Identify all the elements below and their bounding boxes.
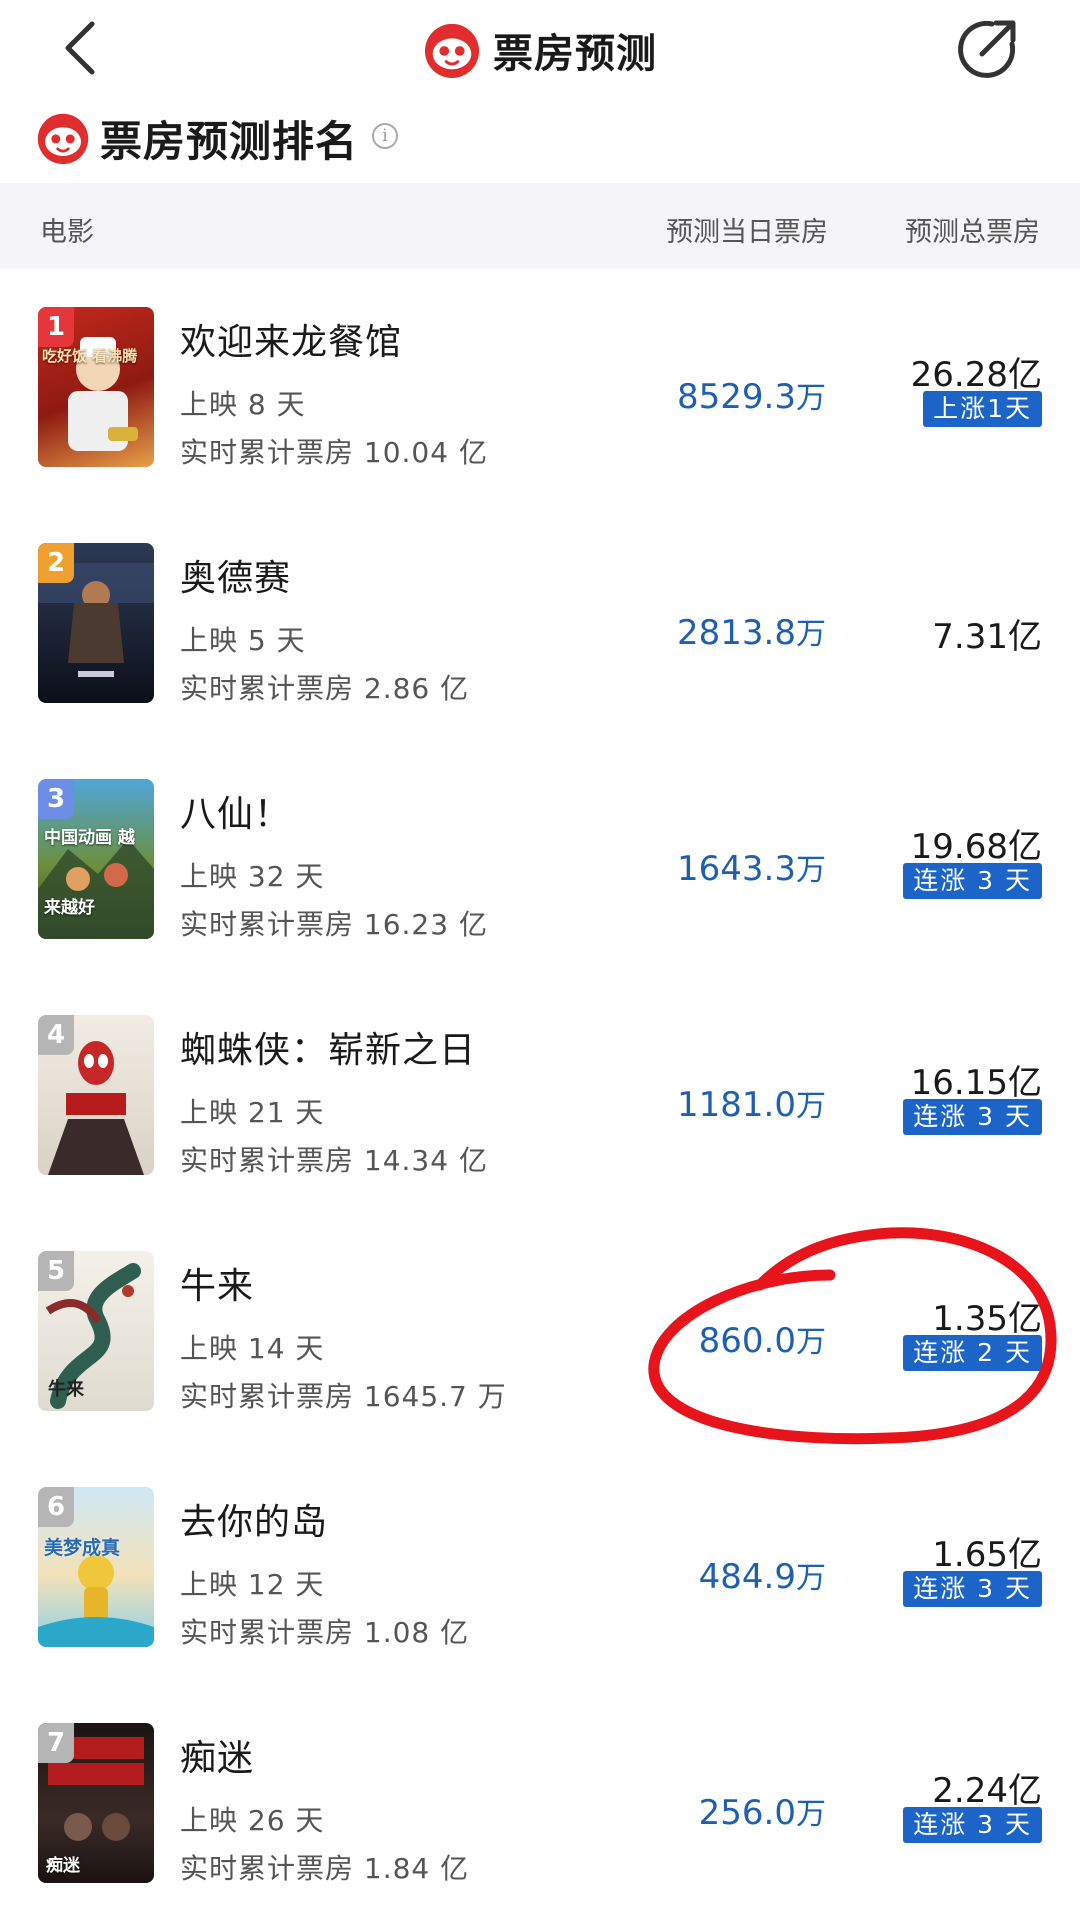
page-title: 票房预测 (493, 31, 657, 77)
poster-text: 痴迷 (46, 1856, 80, 1876)
column-header-movie: 电影 (40, 217, 94, 248)
day-forecast-value: 2813.8万 (677, 613, 826, 653)
ranking-list: 1 吃好饭 看沸腾 欢迎来龙餐馆 上映 8 天 实时累计票房 10.04 亿 8… (0, 269, 1080, 1911)
movie-title[interactable]: 蜘蛛侠：崭新之日 (180, 1021, 476, 1073)
release-days: 上映 12 天 (180, 1568, 325, 1601)
release-days: 上映 8 天 (180, 388, 306, 421)
trend-badge: 连涨 3 天 (903, 1099, 1042, 1135)
total-forecast-value: 19.68亿 (910, 827, 1042, 867)
cumulative-box-office: 实时累计票房 1645.7 万 (180, 1380, 507, 1413)
movie-poster[interactable]: 2 (38, 543, 154, 703)
column-header-day-forecast[interactable]: 预测当日票房 (666, 210, 828, 249)
cumulative-box-office: 实时累计票房 10.04 亿 (180, 436, 488, 469)
total-forecast-value: 16.15亿 (910, 1063, 1042, 1103)
movie-title[interactable]: 欢迎来龙餐馆 (180, 313, 402, 365)
cumulative-box-office: 实时累计票房 2.86 亿 (180, 672, 470, 705)
maoyan-cat-logo (424, 23, 480, 79)
trend-badge: 连涨 3 天 (903, 863, 1042, 899)
movie-title[interactable]: 八仙！ (180, 785, 291, 837)
section-heading: 票房预测排名 i (36, 108, 399, 168)
rank-badge: 1 (38, 307, 74, 347)
cumulative-box-office: 实时累计票房 14.34 亿 (180, 1144, 488, 1177)
release-days: 上映 26 天 (180, 1804, 325, 1837)
movie-poster[interactable]: 3 中国动画 越来越好 (38, 779, 154, 939)
movie-title[interactable]: 牛来 (180, 1257, 254, 1309)
movie-title[interactable]: 奥德赛 (180, 549, 291, 601)
total-forecast-value: 7.31亿 (932, 617, 1042, 657)
movie-row[interactable]: 6 美梦成真 去你的岛 上映 12 天 实时累计票房 1.08 亿 484.9万… (0, 1449, 1080, 1685)
movie-poster[interactable]: 5 牛来 (38, 1251, 154, 1411)
movie-row[interactable]: 3 中国动画 越来越好 八仙！ 上映 32 天 实时累计票房 16.23 亿 1… (0, 741, 1080, 977)
section-title: 票房预测排名 (100, 116, 359, 166)
movie-row[interactable]: 1 吃好饭 看沸腾 欢迎来龙餐馆 上映 8 天 实时累计票房 10.04 亿 8… (0, 269, 1080, 505)
movie-title[interactable]: 去你的岛 (180, 1493, 328, 1545)
cumulative-box-office: 实时累计票房 16.23 亿 (180, 908, 488, 941)
day-forecast-value: 484.9万 (698, 1557, 826, 1597)
total-forecast-value: 26.28亿 (910, 355, 1042, 395)
release-days: 上映 5 天 (180, 624, 306, 657)
table-header: 电影 预测当日票房 预测总票房 (0, 183, 1080, 269)
rank-badge: 2 (38, 543, 74, 583)
rank-badge: 4 (38, 1015, 74, 1055)
red-circle-annotation (648, 1227, 1057, 1445)
top-bar: 票房预测 (0, 0, 1080, 100)
release-days: 上映 32 天 (180, 860, 325, 893)
info-icon[interactable]: i (372, 123, 399, 149)
release-days: 上映 14 天 (180, 1332, 325, 1365)
app-brand: 票房预测 (0, 18, 1080, 82)
cumulative-box-office: 实时累计票房 1.08 亿 (180, 1616, 470, 1649)
total-forecast-value: 2.24亿 (932, 1771, 1042, 1811)
share-icon[interactable] (952, 14, 1022, 84)
day-forecast-value: 8529.3万 (677, 377, 826, 417)
total-forecast-value: 1.65亿 (932, 1535, 1042, 1575)
movie-title[interactable]: 痴迷 (180, 1729, 254, 1781)
poster-text: 中国动画 越来越好 (44, 828, 135, 918)
poster-text: 吃好饭 看沸腾 (42, 347, 138, 365)
movie-row[interactable]: 2 奥德赛 上映 5 天 实时累计票房 2.86 亿 2813.8万 7.31亿 (0, 505, 1080, 741)
trend-badge: 连涨 3 天 (903, 1807, 1042, 1843)
rank-badge: 7 (38, 1723, 74, 1763)
rank-badge: 3 (38, 779, 74, 819)
rank-badge: 6 (38, 1487, 74, 1527)
day-forecast-value: 1643.3万 (677, 849, 826, 889)
movie-poster[interactable]: 1 吃好饭 看沸腾 (38, 307, 154, 467)
trend-badge: 连涨 3 天 (903, 1571, 1042, 1607)
movie-poster[interactable]: 4 (38, 1015, 154, 1175)
cumulative-box-office: 实时累计票房 1.84 亿 (180, 1852, 470, 1885)
poster-text: 美梦成真 (44, 1537, 121, 1559)
release-days: 上映 21 天 (180, 1096, 325, 1129)
day-forecast-value: 256.0万 (698, 1793, 826, 1833)
column-header-total-forecast[interactable]: 预测总票房 (905, 210, 1040, 249)
rank-badge: 5 (38, 1251, 74, 1291)
movie-row[interactable]: 7 痴迷 痴迷 上映 26 天 实时累计票房 1.84 亿 256.0万 2.2… (0, 1685, 1080, 1911)
poster-text: 牛来 (48, 1379, 84, 1400)
maoyan-cat-logo (37, 113, 89, 165)
movie-poster[interactable]: 6 美梦成真 (38, 1487, 154, 1647)
movie-poster[interactable]: 7 痴迷 (38, 1723, 154, 1883)
movie-row[interactable]: 4 蜘蛛侠：崭新之日 上映 21 天 实时累计票房 14.34 亿 1181.0… (0, 977, 1080, 1213)
trend-badge: 上涨1天 (923, 391, 1042, 427)
day-forecast-value: 1181.0万 (677, 1085, 826, 1125)
